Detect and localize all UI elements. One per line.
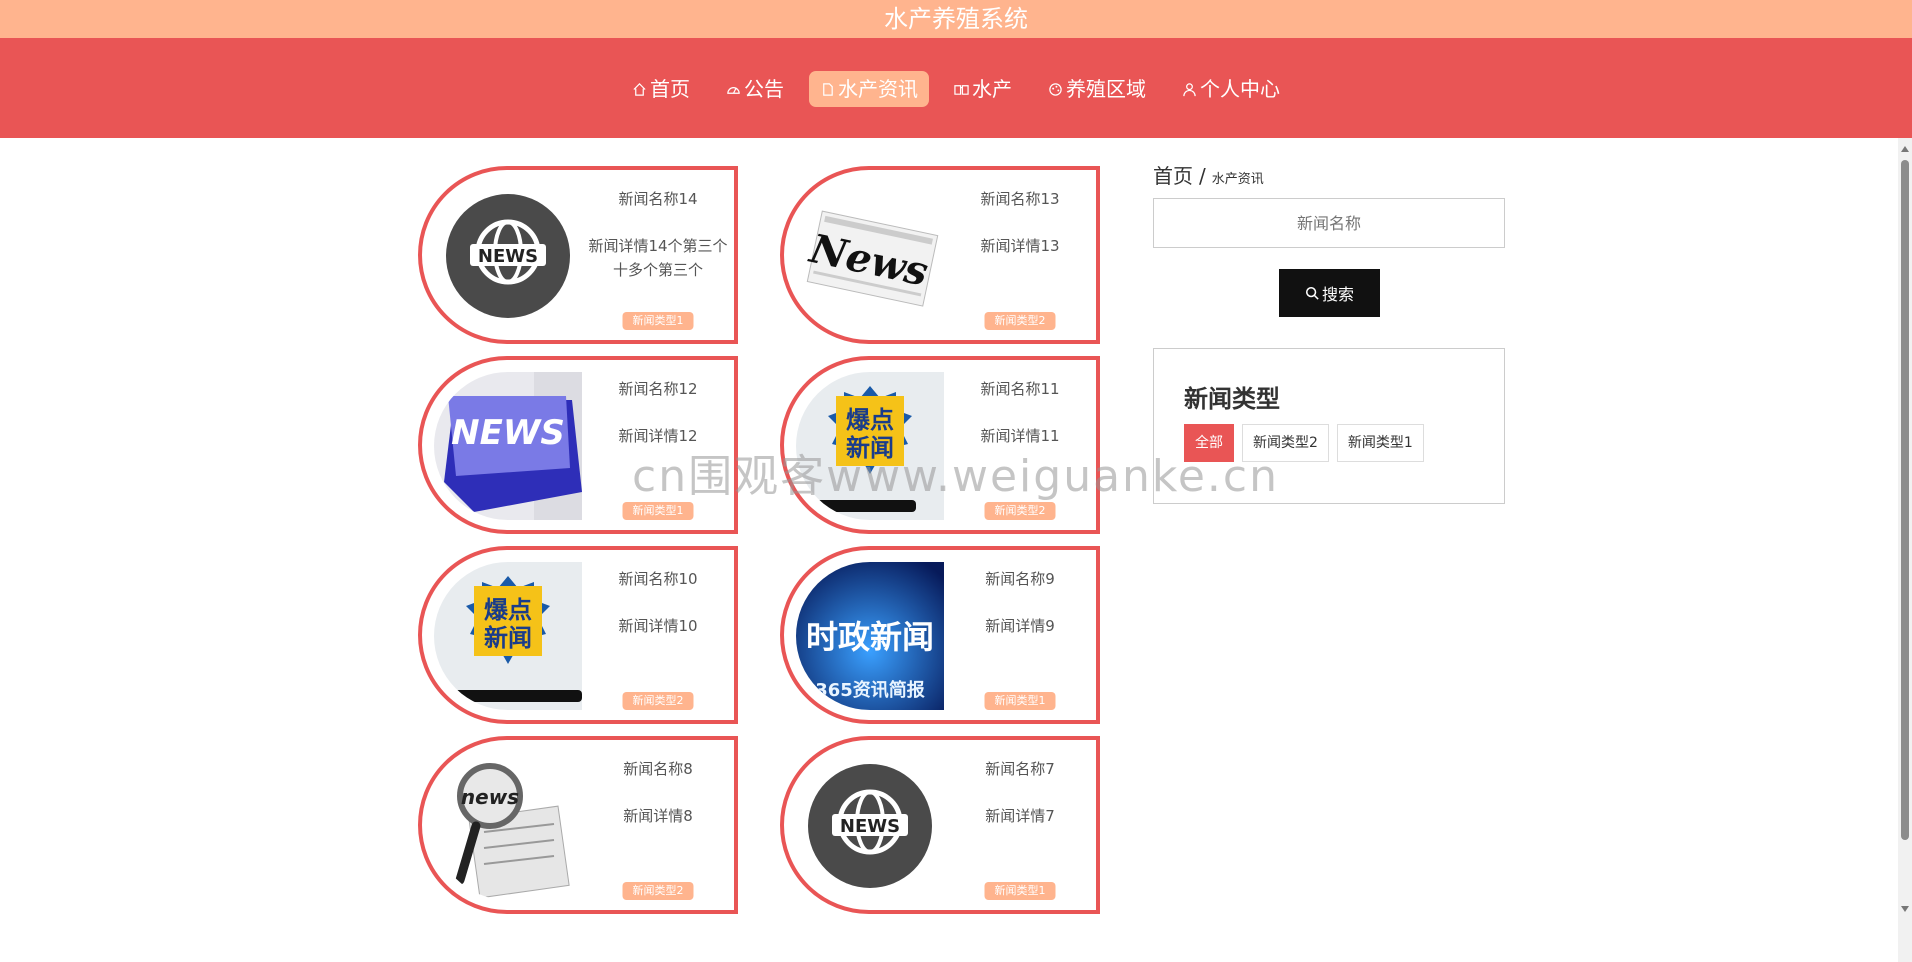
gauge-icon xyxy=(727,86,740,94)
news-name[interactable]: 新闻名称9 xyxy=(944,568,1096,589)
nav-item-news[interactable]: 水产资讯 xyxy=(809,71,929,107)
nav-item-notice[interactable]: 公告 xyxy=(715,71,795,107)
nav-item-label: 水产 xyxy=(972,77,1012,101)
book-icon xyxy=(954,84,969,95)
nav-item-farm-area[interactable]: 养殖区域 xyxy=(1037,71,1157,107)
news-type-tag: 新闻类型2 xyxy=(622,882,694,900)
app-title: 水产养殖系统 xyxy=(884,5,1028,33)
news-name[interactable]: 新闻名称14 xyxy=(582,188,734,209)
svg-text:爆点: 爆点 xyxy=(846,406,894,434)
news-name[interactable]: 新闻名称7 xyxy=(944,758,1096,779)
news-type-tag: 新闻类型2 xyxy=(984,502,1056,520)
news-detail: 新闻详情11 xyxy=(980,427,1060,445)
news-detail: 新闻详情9 xyxy=(985,617,1055,635)
svg-text:爆点: 爆点 xyxy=(484,596,532,624)
svg-text:时政新闻: 时政新闻 xyxy=(806,618,934,656)
news-name[interactable]: 新闻名称8 xyxy=(582,758,734,779)
news-type-filter: 新闻类型 全部 新闻类型2 新闻类型1 xyxy=(1153,348,1505,504)
news-detail: 新闻详情13 xyxy=(980,237,1060,255)
scroll-thumb[interactable] xyxy=(1901,160,1909,840)
nav-item-label: 个人中心 xyxy=(1200,77,1280,101)
svg-text:365资讯简报: 365资讯简报 xyxy=(815,679,925,701)
app-title-bar: 水产养殖系统 xyxy=(0,0,1912,38)
scroll-up-arrow-icon[interactable] xyxy=(1901,146,1909,152)
svg-text:NEWS: NEWS xyxy=(451,413,565,453)
news-type-list: 全部 新闻类型2 新闻类型1 xyxy=(1184,424,1424,462)
home-icon xyxy=(633,82,646,96)
news-detail: 新闻详情12 xyxy=(618,427,698,445)
nav-item-label: 公告 xyxy=(744,77,784,101)
breadcrumb-separator: / xyxy=(1199,164,1206,188)
news-card[interactable]: News 新闻名称13 新闻详情13 新闻类型2 xyxy=(780,166,1100,344)
news-type-title: 新闻类型 xyxy=(1184,385,1280,413)
politics-news-image: 时政新闻 365资讯简报 xyxy=(796,562,944,710)
news-type-tag: 新闻类型2 xyxy=(984,312,1056,330)
svg-text:news: news xyxy=(461,785,519,809)
type-filter-type1[interactable]: 新闻类型1 xyxy=(1336,424,1424,462)
search-button-label: 搜索 xyxy=(1321,285,1354,304)
news-detail: 新闻详情8 xyxy=(623,807,693,825)
svg-text:NEWS: NEWS xyxy=(840,816,900,837)
nav-item-home[interactable]: 首页 xyxy=(621,71,701,107)
news-detail: 新闻详情7 xyxy=(985,807,1055,825)
newspaper-news-image: News xyxy=(796,182,944,330)
svg-text:新闻: 新闻 xyxy=(846,434,894,462)
globe-news-icon: NEWS xyxy=(434,182,582,330)
user-icon xyxy=(1183,82,1196,96)
nav-item-profile[interactable]: 个人中心 xyxy=(1171,71,1291,107)
news-detail: 新闻详情10 xyxy=(618,617,698,635)
news-type-tag: 新闻类型2 xyxy=(622,692,694,710)
news-type-tag: 新闻类型1 xyxy=(622,502,694,520)
news-name-search-input[interactable] xyxy=(1153,198,1505,248)
news-card[interactable]: news 新闻名称8 新闻详情8 新闻类型2 xyxy=(418,736,738,914)
type-filter-type2[interactable]: 新闻类型2 xyxy=(1242,424,1329,462)
news-card[interactable]: NEWS 新闻名称7 新闻详情7 新闻类型1 xyxy=(780,736,1100,914)
document-icon xyxy=(823,82,833,96)
news-card[interactable]: 爆点 新闻 新闻名称11 新闻详情11 新闻类型2 xyxy=(780,356,1100,534)
news-type-tag: 新闻类型1 xyxy=(984,882,1056,900)
palette-icon xyxy=(1049,82,1062,96)
news-name[interactable]: 新闻名称10 xyxy=(582,568,734,589)
vertical-scrollbar[interactable] xyxy=(1898,138,1912,962)
news-card[interactable]: NEWS 新闻名称12 新闻详情12 新闻类型1 xyxy=(418,356,738,534)
news-type-tag: 新闻类型1 xyxy=(622,312,694,330)
breadcrumb-home[interactable]: 首页 xyxy=(1153,164,1193,188)
type-filter-all[interactable]: 全部 xyxy=(1184,424,1234,462)
nav-item-label: 养殖区域 xyxy=(1066,77,1146,101)
news-type-tag: 新闻类型1 xyxy=(984,692,1056,710)
news-card[interactable]: NEWS 新闻名称14 新闻详情14个第三个十多个第三个 新闻类型1 xyxy=(418,166,738,344)
news-key-image: NEWS xyxy=(434,372,582,520)
nav-item-aquatic[interactable]: 水产 xyxy=(943,71,1023,107)
news-name[interactable]: 新闻名称11 xyxy=(944,378,1096,399)
scroll-down-arrow-icon[interactable] xyxy=(1901,906,1909,912)
nav-item-label: 水产资讯 xyxy=(838,77,918,101)
sidebar: 首页/ 水产资讯 搜索 新闻类型 全部 新闻类型2 新闻类型1 xyxy=(1153,160,1505,504)
news-card[interactable]: 爆点 新闻 新闻名称10 新闻详情10 新闻类型2 xyxy=(418,546,738,724)
breadcrumb: 首页 / 水产资讯 xyxy=(1153,160,1505,189)
news-card[interactable]: 时政新闻 365资讯简报 新闻名称9 新闻详情9 新闻类型1 xyxy=(780,546,1100,724)
news-detail: 新闻详情14个第三个十多个第三个 xyxy=(588,237,728,279)
news-name[interactable]: 新闻名称13 xyxy=(944,188,1096,209)
globe-news-icon: NEWS xyxy=(796,752,944,900)
search-icon xyxy=(1305,286,1319,300)
main-nav: 首页 公告 水产资讯 水产 养殖区域 个人中心 xyxy=(0,71,1912,107)
magnifier-newspaper-image: news xyxy=(434,752,582,900)
nav-item-label: 首页 xyxy=(650,77,690,101)
svg-text:新闻: 新闻 xyxy=(484,624,532,652)
svg-text:NEWS: NEWS xyxy=(478,246,538,267)
news-name[interactable]: 新闻名称12 xyxy=(582,378,734,399)
top-navbar: 首页 公告 水产资讯 水产 养殖区域 个人中心 xyxy=(0,38,1912,138)
search-button[interactable]: 搜索 xyxy=(1279,269,1380,317)
breaking-news-phone-image: 爆点 新闻 xyxy=(796,372,944,520)
breadcrumb-current: 水产资讯 xyxy=(1211,172,1264,187)
breaking-news-phone-image: 爆点 新闻 xyxy=(434,562,582,710)
